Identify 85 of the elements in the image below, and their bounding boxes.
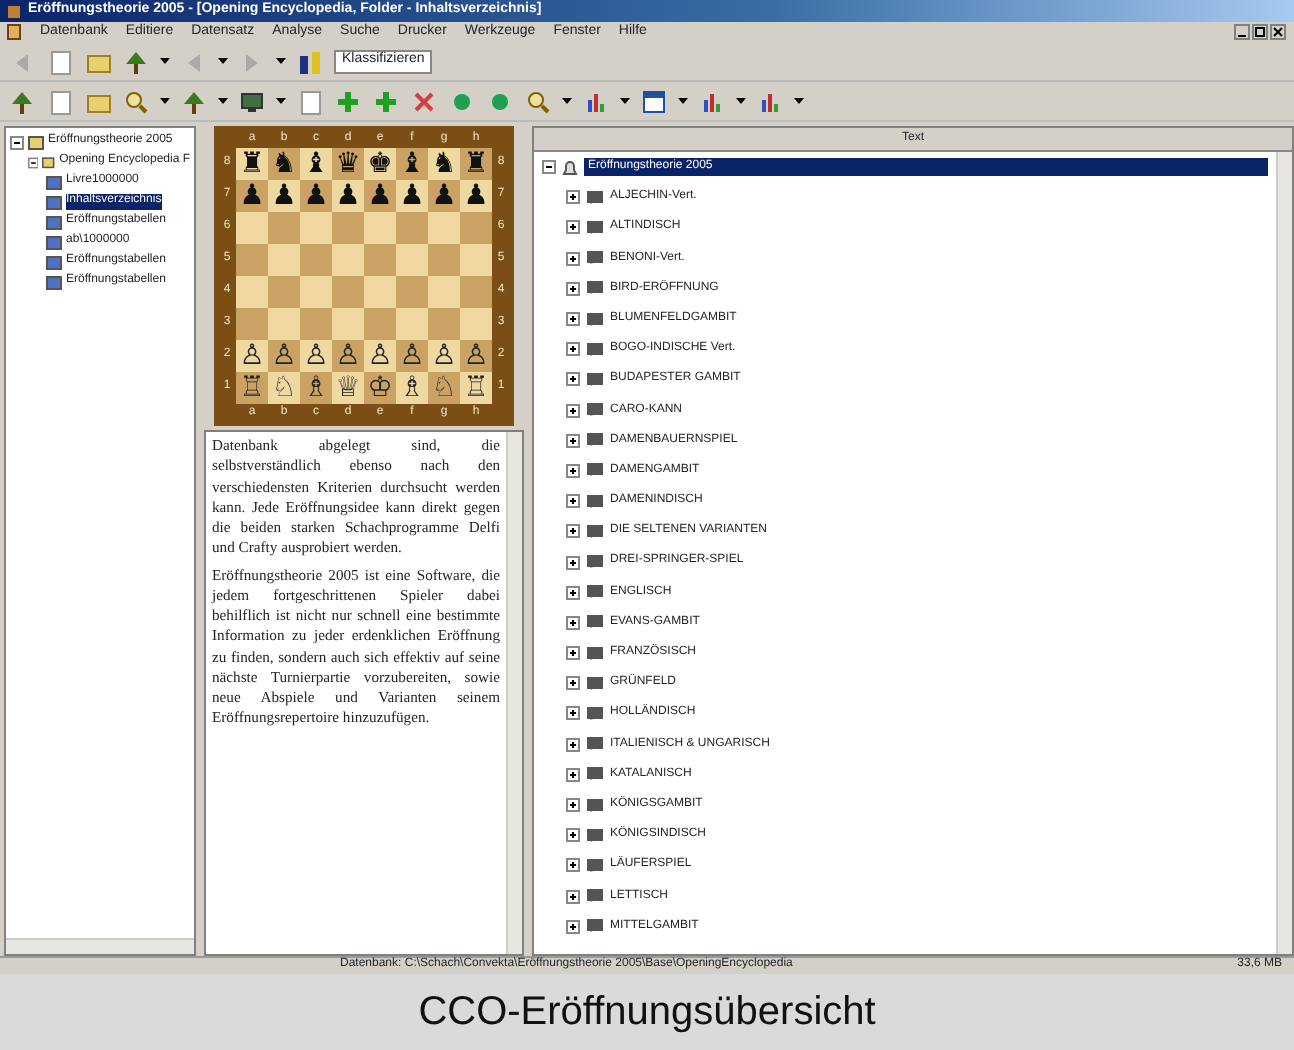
caret-icon[interactable]	[794, 96, 804, 106]
tree-icon[interactable]	[122, 47, 150, 75]
cross-icon[interactable]	[410, 87, 438, 115]
expand-icon[interactable]	[566, 585, 580, 600]
caption: CCO-Eröffnungsübersicht	[0, 974, 1294, 1050]
book-icon	[586, 462, 604, 479]
caret-icon[interactable]	[678, 96, 688, 106]
caret-icon[interactable]	[620, 96, 630, 106]
expand-icon[interactable]	[566, 190, 580, 205]
book-icon	[586, 189, 604, 206]
caret-icon[interactable]	[160, 56, 170, 66]
expand-icon[interactable]	[566, 706, 580, 721]
book-icon	[586, 705, 604, 722]
book-icon	[586, 888, 604, 905]
caret-icon[interactable]	[736, 96, 746, 106]
minimize-icon[interactable]	[1234, 24, 1250, 40]
new-document-icon[interactable]	[296, 87, 324, 115]
expand-icon[interactable]	[566, 494, 580, 509]
expand-icon[interactable]	[566, 463, 580, 478]
book-icon	[586, 675, 604, 692]
caret-icon[interactable]	[218, 96, 228, 106]
book-icon	[586, 918, 604, 935]
book-icon	[586, 402, 604, 419]
expand-icon[interactable]	[566, 524, 580, 539]
horizontal-scrollbar[interactable]	[6, 938, 194, 954]
expand-icon[interactable]	[566, 251, 580, 266]
book-icon	[586, 250, 604, 267]
collapse-icon[interactable]	[10, 135, 24, 149]
new-document-icon[interactable]	[46, 47, 74, 75]
caret-icon[interactable]	[562, 96, 572, 106]
collapse-icon[interactable]	[28, 155, 39, 169]
expand-icon[interactable]	[566, 919, 580, 934]
magnifier-icon[interactable]	[122, 87, 150, 115]
tree-icon[interactable]	[8, 87, 36, 115]
book-icon	[586, 523, 604, 540]
caret-icon[interactable]	[276, 56, 286, 66]
book-icon	[586, 614, 604, 631]
book-icon	[586, 311, 604, 328]
book-icon	[586, 341, 604, 358]
expand-icon[interactable]	[566, 220, 580, 235]
expand-icon[interactable]	[566, 828, 580, 843]
new-document-icon[interactable]	[46, 87, 74, 115]
app-icon	[6, 3, 22, 19]
close-icon[interactable]	[1270, 24, 1286, 40]
expand-icon[interactable]	[566, 403, 580, 418]
expand-icon[interactable]	[566, 281, 580, 296]
book-icon	[586, 219, 604, 236]
book-icon	[586, 766, 604, 783]
book-icon	[586, 432, 604, 449]
book-icon	[586, 736, 604, 753]
expand-icon[interactable]	[566, 646, 580, 661]
vertical-scrollbar[interactable]	[506, 432, 522, 954]
expand-icon[interactable]	[566, 312, 580, 327]
book-icon	[586, 645, 604, 662]
book-icon	[586, 857, 604, 874]
caret-icon[interactable]	[218, 56, 228, 66]
monitor-icon[interactable]	[238, 87, 266, 115]
expand-icon[interactable]	[566, 342, 580, 357]
expand-icon[interactable]	[566, 798, 580, 813]
caret-icon[interactable]	[276, 96, 286, 106]
expand-icon[interactable]	[566, 737, 580, 752]
caret-icon[interactable]	[160, 96, 170, 106]
book-icon	[586, 280, 604, 297]
expand-icon[interactable]	[566, 767, 580, 782]
book-icon	[586, 554, 604, 571]
document-icon	[6, 24, 22, 40]
window-icon[interactable]	[640, 87, 668, 115]
expand-icon[interactable]	[566, 615, 580, 630]
restore-icon[interactable]	[1252, 24, 1268, 40]
expand-icon[interactable]	[566, 555, 580, 570]
expand-icon[interactable]	[566, 372, 580, 387]
expand-icon[interactable]	[566, 858, 580, 873]
magnifier-icon[interactable]	[524, 87, 552, 115]
expand-icon[interactable]	[566, 889, 580, 904]
expand-icon[interactable]	[566, 676, 580, 691]
expand-icon[interactable]	[566, 433, 580, 448]
bell-icon	[562, 159, 578, 176]
tree-icon[interactable]	[180, 87, 208, 115]
book-icon	[586, 493, 604, 510]
book-icon	[586, 827, 604, 844]
book-icon	[586, 797, 604, 814]
book-icon	[586, 584, 604, 601]
book-icon	[586, 371, 604, 388]
collapse-icon[interactable]	[542, 160, 556, 175]
vertical-scrollbar[interactable]	[1276, 152, 1292, 954]
